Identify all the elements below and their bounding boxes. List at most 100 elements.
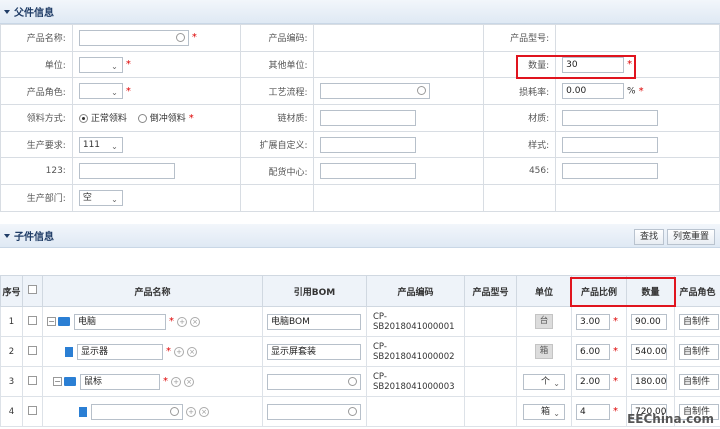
label-extension-custom: 扩展自定义: xyxy=(239,130,315,159)
field-456-input[interactable] xyxy=(562,163,659,180)
radio-normal-picking[interactable] xyxy=(78,114,88,124)
unit-cell-select[interactable]: 个 ⌄ xyxy=(523,373,565,390)
col-header-model[interactable]: 产品型号 xyxy=(464,275,517,307)
search-icon[interactable] xyxy=(417,86,427,96)
role-cell-select[interactable]: 自制件 xyxy=(679,373,719,390)
label-picking-method: 领料方式: xyxy=(0,104,73,132)
remove-icon[interactable]: × xyxy=(187,346,197,357)
required-mark: * xyxy=(613,376,618,387)
col-header-product-name[interactable]: 产品名称 xyxy=(42,275,263,307)
search-icon[interactable] xyxy=(175,32,185,42)
remove-icon[interactable]: × xyxy=(184,376,194,387)
label-456: 456: xyxy=(483,157,557,186)
ratio-cell-input[interactable]: 6.00 xyxy=(576,343,610,360)
product-name-input[interactable] xyxy=(78,29,189,46)
col-header-select[interactable] xyxy=(22,275,43,307)
select-all-checkbox[interactable] xyxy=(28,285,37,294)
parent-info-header[interactable]: 父件信息 xyxy=(0,0,720,24)
radio-backflush-picking[interactable] xyxy=(137,114,147,124)
table-row[interactable]: 2 显示器 * + × 显示屏套装 CP-SB2018041000002 箱 6.00… xyxy=(0,336,720,367)
label-chain-material: 链材质: xyxy=(239,104,315,132)
unit-cell: 箱 xyxy=(534,344,554,359)
required-mark: * xyxy=(613,316,618,327)
production-dept-value: 空 xyxy=(82,192,92,203)
product-role-select[interactable]: ⌄ xyxy=(78,83,123,100)
required-mark: * xyxy=(125,85,131,97)
row-checkbox[interactable] xyxy=(28,375,37,385)
material-input[interactable] xyxy=(562,109,659,126)
quantity-cell-input[interactable]: 180.00 xyxy=(631,373,667,390)
bom-cell-input[interactable]: 显示屏套装 xyxy=(267,343,361,360)
chevron-down-icon: ⌄ xyxy=(553,408,560,418)
role-cell-select[interactable]: 自制件 xyxy=(679,313,719,330)
product-name-cell-input[interactable]: 显示器 xyxy=(77,343,163,360)
add-icon[interactable]: + xyxy=(171,376,181,387)
field-123-input[interactable] xyxy=(78,163,175,180)
product-name-cell-input[interactable]: 电脑 xyxy=(74,313,166,330)
chevron-down-icon: ⌄ xyxy=(553,378,560,388)
role-cell-select[interactable]: 自制件 xyxy=(679,343,719,360)
search-icon[interactable] xyxy=(348,406,357,416)
table-row[interactable]: 1 − 电脑 * + × 电脑BOM CP-SB2018041000001 台 3.00… xyxy=(0,306,720,337)
unit-select[interactable]: ⌄ xyxy=(78,56,123,73)
col-header-role[interactable]: 产品角色 xyxy=(674,275,720,307)
parent-form: 产品名称: * 产品编码: 产品型号: 单位: ⌄ * 其他单位: 数量: 30 *… xyxy=(0,24,720,212)
ratio-cell-input[interactable]: 2.00 xyxy=(576,373,610,390)
table-row[interactable]: 3 − 鼠标 * + × CP-SB2018041000003 个 ⌄ 2.00 * 180… xyxy=(0,366,720,397)
collapse-triangle-icon[interactable] xyxy=(4,9,10,14)
col-header-seq[interactable]: 序号 xyxy=(0,275,23,307)
row-number: 3 xyxy=(0,366,23,397)
tree-toggle-icon[interactable]: − xyxy=(53,377,62,386)
distribution-center-input[interactable] xyxy=(320,163,417,180)
label-product-code: 产品编码: xyxy=(239,24,315,52)
child-info-title: 子件信息 xyxy=(14,232,54,243)
production-dept-select[interactable]: 空 ⌄ xyxy=(78,189,123,206)
required-mark: * xyxy=(638,85,644,97)
product-name-cell-input[interactable] xyxy=(91,403,183,420)
bom-cell-input[interactable] xyxy=(267,403,361,420)
bom-cell-input[interactable]: 电脑BOM xyxy=(267,313,361,330)
style-input[interactable] xyxy=(562,136,659,153)
unit-cell-select[interactable]: 箱 ⌄ xyxy=(523,403,565,420)
row-number: 1 xyxy=(0,306,23,337)
extension-custom-input[interactable] xyxy=(320,136,417,153)
add-icon[interactable]: + xyxy=(177,316,187,327)
col-header-unit[interactable]: 单位 xyxy=(516,275,572,307)
child-info-header[interactable]: 子件信息 xyxy=(0,224,720,248)
row-checkbox[interactable] xyxy=(28,315,37,325)
bom-cell-input[interactable] xyxy=(267,373,361,390)
parent-info-title: 父件信息 xyxy=(14,8,54,19)
row-checkbox[interactable] xyxy=(28,405,37,415)
chevron-down-icon: ⌄ xyxy=(111,194,118,204)
quantity-cell-input[interactable]: 540.00 xyxy=(631,343,667,360)
product-name-cell-input[interactable]: 鼠标 xyxy=(80,373,160,390)
label-loss-rate: 损耗率: xyxy=(483,77,557,106)
quantity-cell-input[interactable]: 90.00 xyxy=(631,313,667,330)
search-icon[interactable] xyxy=(170,406,179,416)
search-icon[interactable] xyxy=(348,376,357,386)
col-header-code[interactable]: 产品编码 xyxy=(366,275,465,307)
tree-toggle-icon[interactable]: − xyxy=(47,317,56,326)
search-button[interactable]: 查找 xyxy=(634,229,665,245)
row-number: 2 xyxy=(0,336,23,367)
add-icon[interactable]: + xyxy=(174,346,184,357)
collapse-triangle-icon[interactable] xyxy=(4,233,10,238)
required-mark: * xyxy=(613,406,618,417)
product-code-cell: CP-SB2018041000002 xyxy=(366,336,465,367)
chevron-down-icon: ⌄ xyxy=(111,61,118,71)
ratio-cell-input[interactable]: 4 xyxy=(576,403,610,420)
production-req-select[interactable]: 111 ⌄ xyxy=(78,136,123,153)
process-flow-input[interactable] xyxy=(320,83,431,100)
remove-icon[interactable]: × xyxy=(199,406,209,417)
add-icon[interactable]: + xyxy=(186,406,196,417)
remove-icon[interactable]: × xyxy=(190,316,200,327)
loss-rate-input[interactable]: 0.00 xyxy=(562,83,625,100)
required-mark: * xyxy=(613,346,618,357)
ratio-cell-input[interactable]: 3.00 xyxy=(576,313,610,330)
table-row[interactable]: 4 + × 箱 ⌄ 4 * 720.00 自制件 xyxy=(0,396,720,427)
chain-material-input[interactable] xyxy=(320,109,417,126)
row-checkbox[interactable] xyxy=(28,345,37,355)
production-req-value: 111 xyxy=(82,139,101,150)
reset-column-width-button[interactable]: 列宽重置 xyxy=(667,229,716,245)
col-header-bom[interactable]: 引用BOM xyxy=(262,275,367,307)
